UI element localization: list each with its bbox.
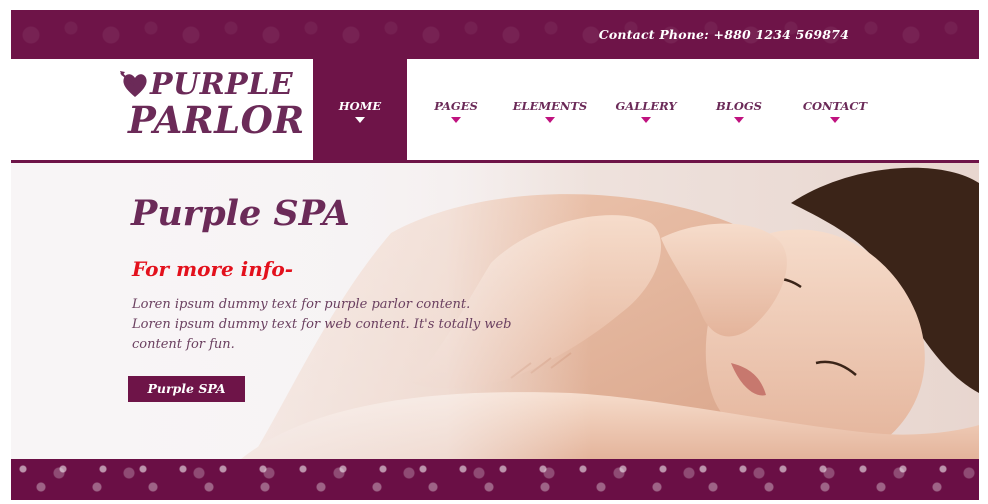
nav-home-label: HOME: [338, 99, 382, 113]
hero-subtitle: For more info-: [132, 257, 294, 281]
nav-blogs[interactable]: BLOGS: [694, 99, 784, 123]
dropdown-marker-icon: [734, 117, 744, 123]
dropdown-marker-icon: [830, 117, 840, 123]
decorative-footer-band: [11, 459, 979, 500]
nav-pages-label: PAGES: [434, 99, 478, 113]
logo-line1: PURPLE: [150, 67, 294, 102]
main-nav: HOME PAGES ELEMENTS GALLERY BLOGS CONTAC…: [0, 99, 988, 129]
hero-description: Loren ipsum dummy text for purple parlor…: [132, 297, 512, 352]
nav-blogs-label: BLOGS: [716, 99, 762, 113]
dropdown-marker-icon: [545, 117, 555, 123]
heart-arrow-icon: [120, 71, 147, 97]
nav-gallery-label: GALLERY: [615, 99, 677, 113]
nav-elements-label: ELEMENTS: [512, 99, 588, 113]
dropdown-marker-icon: [451, 117, 461, 123]
hero-title: Purple SPA: [131, 193, 350, 234]
nav-pages[interactable]: PAGES: [411, 99, 501, 123]
nav-elements[interactable]: ELEMENTS: [505, 99, 595, 123]
top-contact-bar: Contact Phone: +880 1234 569874: [11, 10, 979, 59]
nav-home[interactable]: HOME: [315, 99, 405, 123]
nav-contact-label: CONTACT: [802, 99, 868, 113]
dropdown-marker-icon: [641, 117, 651, 123]
dropdown-marker-icon: [355, 117, 365, 123]
hero-banner: Purple SPA For more info- Loren ipsum du…: [11, 163, 979, 459]
nav-gallery[interactable]: GALLERY: [601, 99, 691, 123]
contact-phone: Contact Phone: +880 1234 569874: [598, 27, 849, 42]
purple-spa-button[interactable]: Purple SPA: [128, 376, 245, 402]
nav-contact[interactable]: CONTACT: [790, 99, 880, 123]
